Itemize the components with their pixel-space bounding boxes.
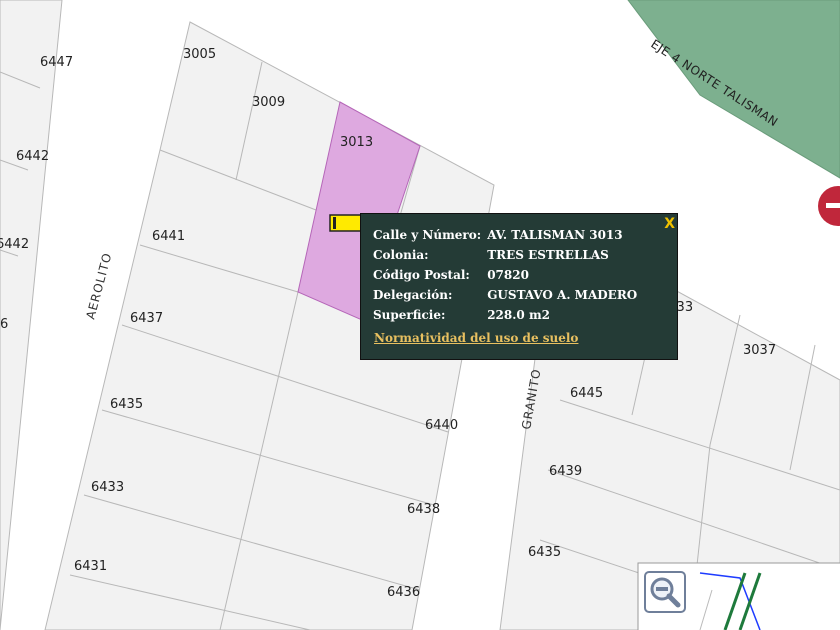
lot-number: 6442 bbox=[16, 149, 49, 164]
info-value: TRES ESTRELLAS bbox=[487, 248, 609, 262]
lot-number: 3005 bbox=[183, 47, 216, 62]
parcel-info-popup: X Calle y Número: AV. TALISMAN 3013 Colo… bbox=[360, 213, 678, 360]
info-value: 228.0 m2 bbox=[487, 308, 550, 322]
lot-number: 6433 bbox=[91, 480, 124, 495]
close-button[interactable]: X bbox=[664, 216, 675, 232]
info-row: Superficie: 228.0 m2 bbox=[373, 308, 643, 328]
lot-number: 6445 bbox=[570, 386, 603, 401]
lot-number: 6435 bbox=[110, 397, 143, 412]
minus-circle-icon[interactable] bbox=[818, 186, 840, 226]
location-marker-icon[interactable] bbox=[329, 214, 363, 232]
info-value: GUSTAVO A. MADERO bbox=[487, 288, 638, 302]
lot-number: 6435 bbox=[528, 545, 561, 560]
lot-number: 3037 bbox=[743, 343, 776, 358]
block-left bbox=[0, 0, 63, 630]
info-row: Delegación: GUSTAVO A. MADERO bbox=[373, 288, 643, 308]
lot-number: 3009 bbox=[252, 95, 285, 110]
info-label: Calle y Número: bbox=[373, 228, 482, 242]
lot-number: 6440 bbox=[425, 418, 458, 433]
lot-number: 6438 bbox=[407, 502, 440, 517]
lot-number: 3013 bbox=[340, 135, 373, 150]
lot-number: 6436 bbox=[387, 585, 420, 600]
lot-number: 6 bbox=[0, 317, 8, 332]
lot-number: 6437 bbox=[130, 311, 163, 326]
info-label: Código Postal: bbox=[373, 268, 470, 282]
lot-number: 6447 bbox=[40, 55, 73, 70]
zoom-out-magnifier-icon[interactable] bbox=[644, 571, 686, 613]
street-label-aerolito: AEROLITO bbox=[83, 251, 114, 321]
info-row: Código Postal: 07820 bbox=[373, 268, 643, 288]
land-use-regulation-link[interactable]: Normatividad del uso de suelo bbox=[374, 331, 578, 345]
lot-number: 6431 bbox=[74, 559, 107, 574]
info-label: Superficie: bbox=[373, 308, 446, 322]
info-row: Calle y Número: AV. TALISMAN 3013 bbox=[373, 228, 643, 248]
info-value: AV. TALISMAN 3013 bbox=[487, 228, 623, 242]
lot-number: 6439 bbox=[549, 464, 582, 479]
info-row: Colonia: TRES ESTRELLAS bbox=[373, 248, 643, 268]
parcel-info-table: Calle y Número: AV. TALISMAN 3013 Coloni… bbox=[373, 228, 643, 328]
info-label: Delegación: bbox=[373, 288, 453, 302]
lot-number: 6441 bbox=[152, 229, 185, 244]
lot-number: 6442 bbox=[0, 237, 29, 252]
info-label: Colonia: bbox=[373, 248, 429, 262]
info-value: 07820 bbox=[487, 268, 529, 282]
